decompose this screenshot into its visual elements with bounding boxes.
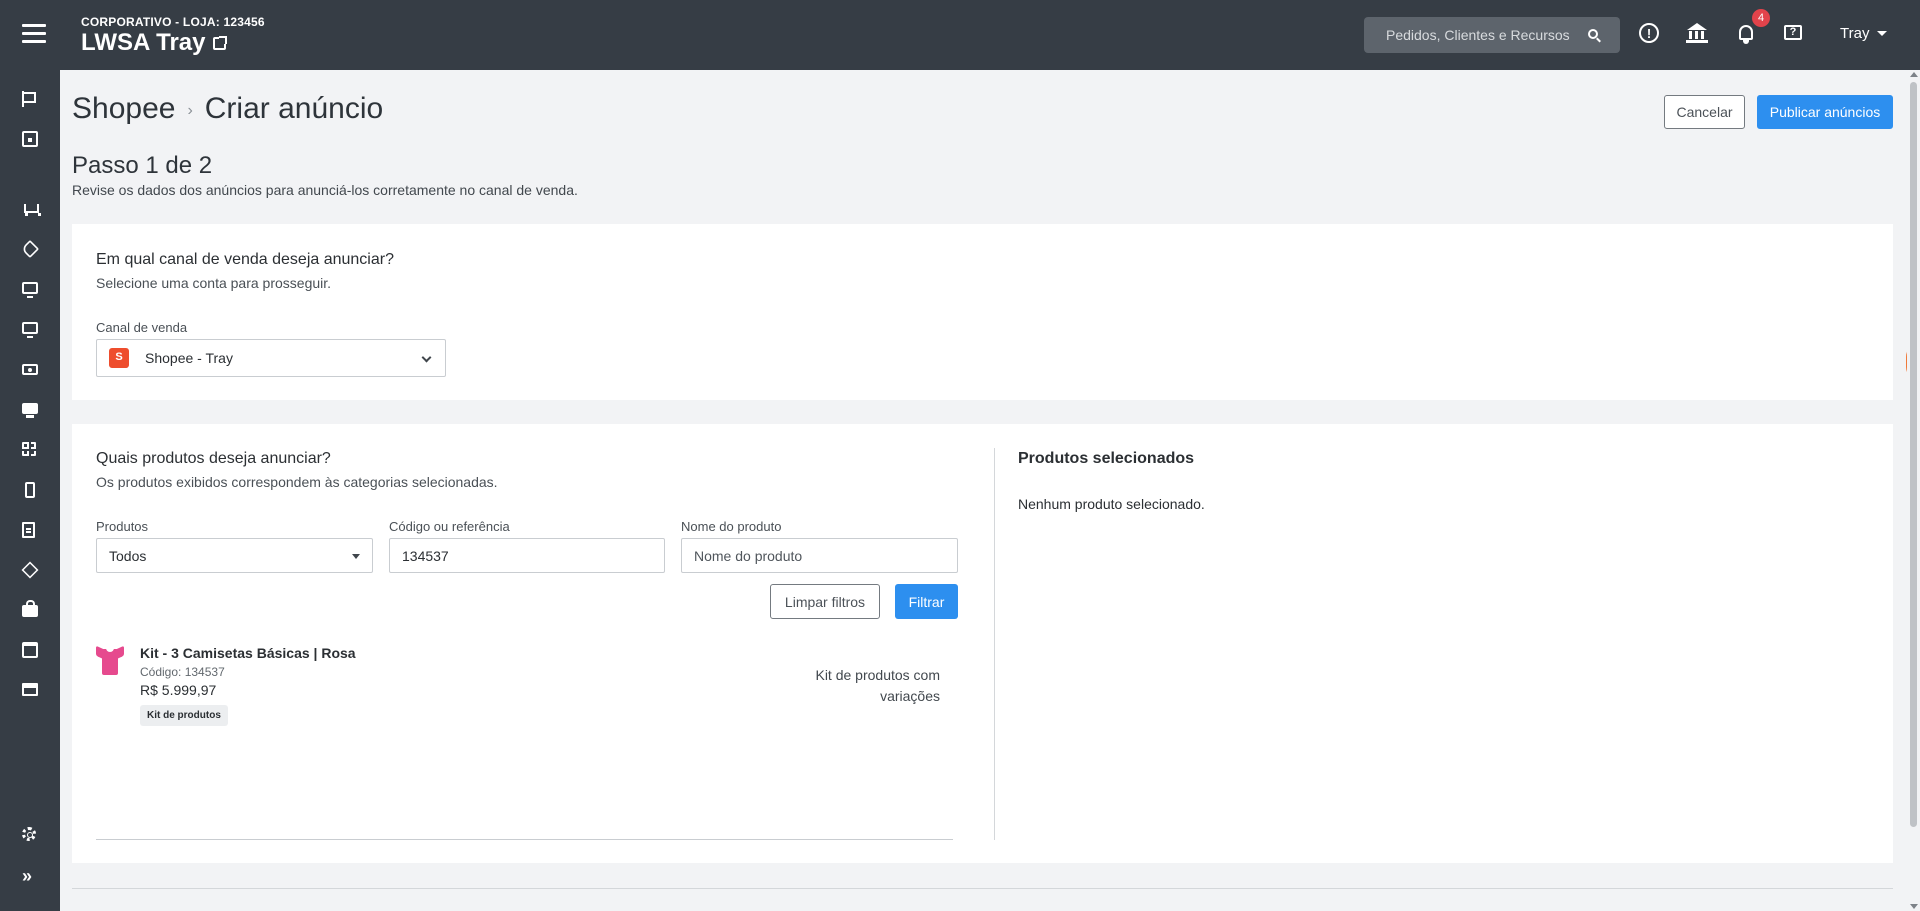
bottom-divider xyxy=(72,888,1893,889)
alert-icon[interactable]: ! xyxy=(1639,23,1659,43)
product-type-line2: variações xyxy=(880,688,940,704)
channel-card-title: Em qual canal de venda deseja anunciar? xyxy=(96,251,394,268)
tshirt-icon xyxy=(96,645,124,675)
bell-icon[interactable] xyxy=(1735,23,1757,45)
menu-icon[interactable] xyxy=(22,24,46,44)
shopee-logo-icon xyxy=(109,348,129,368)
monitor-icon[interactable] xyxy=(22,282,38,298)
step-title: Passo 1 de 2 xyxy=(72,152,213,179)
calendar-icon[interactable] xyxy=(22,642,38,658)
main-content: Shopee › Criar anúncio Cancelar Publicar… xyxy=(60,70,1900,911)
search-placeholder: Pedidos, Clientes e Recursos xyxy=(1386,27,1570,43)
scroll-up-icon[interactable] xyxy=(1910,72,1918,77)
scroll-down-icon[interactable] xyxy=(1910,904,1918,909)
products-filter-select[interactable]: Todos xyxy=(96,538,373,573)
dashboard-icon[interactable] xyxy=(22,131,38,147)
money-icon[interactable] xyxy=(22,364,38,375)
document-icon[interactable] xyxy=(22,522,35,538)
sidebar: » xyxy=(0,70,60,911)
scrollbar[interactable] xyxy=(1907,70,1920,911)
display-icon[interactable] xyxy=(22,322,38,338)
scroll-thumb[interactable] xyxy=(1910,82,1917,827)
user-menu[interactable]: Tray xyxy=(1840,25,1888,42)
clear-filters-button[interactable]: Limpar filtros xyxy=(770,584,880,619)
feedback-icon[interactable]: ? xyxy=(1783,23,1805,45)
name-filter-input[interactable] xyxy=(681,538,958,573)
product-code: Código: 134537 xyxy=(140,665,225,679)
breadcrumb-root[interactable]: Shopee xyxy=(72,92,175,126)
store-name: LWSA Tray xyxy=(81,29,206,56)
channel-card-subtitle: Selecione uma conta para prosseguir. xyxy=(96,275,332,291)
store-subtitle: CORPORATIVO - LOJA: 123456 xyxy=(81,15,265,29)
filter-button[interactable]: Filtrar xyxy=(895,584,958,619)
selected-channel: Shopee - Tray xyxy=(145,350,233,366)
code-filter-label: Código ou referência xyxy=(389,519,510,534)
product-type-line1: Kit de produtos com xyxy=(815,667,940,683)
product-badge: Kit de produtos xyxy=(140,705,228,726)
product-name[interactable]: Kit - 3 Camisetas Básicas | Rosa xyxy=(140,645,356,661)
chevron-down-icon xyxy=(421,352,432,363)
products-card: Quais produtos deseja anunciar? Os produ… xyxy=(72,424,1893,863)
name-filter-label: Nome do produto xyxy=(681,519,782,534)
expand-icon[interactable]: » xyxy=(22,867,38,885)
apps-icon[interactable] xyxy=(22,442,36,456)
code-filter-input[interactable] xyxy=(389,538,665,573)
caret-down-icon xyxy=(352,554,360,559)
cart-icon[interactable] xyxy=(22,201,41,217)
channel-field-label: Canal de venda xyxy=(96,320,188,335)
step-description: Revise os dados dos anúncios para anunci… xyxy=(72,182,578,198)
top-bar: CORPORATIVO - LOJA: 123456 LWSA Tray Ped… xyxy=(0,0,1920,70)
selected-products-title: Produtos selecionados xyxy=(1018,450,1195,467)
sales-channel-select[interactable]: Shopee - Tray xyxy=(96,339,446,377)
product-type: Kit de produtos com variações xyxy=(812,665,940,707)
pos-icon[interactable] xyxy=(22,403,38,418)
store-name-link[interactable]: LWSA Tray xyxy=(81,29,228,57)
sales-channel-card: Em qual canal de venda deseja anunciar? … xyxy=(72,224,1893,400)
publish-button[interactable]: Publicar anúncios xyxy=(1757,95,1893,129)
tag-icon[interactable] xyxy=(20,239,40,259)
external-link-icon[interactable] xyxy=(213,35,228,50)
gear-icon[interactable] xyxy=(22,827,36,841)
panel-divider xyxy=(994,448,995,840)
user-name: Tray xyxy=(1840,25,1870,42)
products-filter-value: Todos xyxy=(109,547,147,564)
store-icon[interactable] xyxy=(22,683,38,696)
caret-down-icon xyxy=(1877,31,1888,36)
search-input[interactable]: Pedidos, Clientes e Recursos xyxy=(1364,17,1620,53)
search-icon[interactable] xyxy=(1588,29,1598,39)
cancel-button[interactable]: Cancelar xyxy=(1664,95,1745,129)
flag-icon[interactable] xyxy=(22,91,38,107)
box-icon[interactable] xyxy=(21,561,39,579)
product-price: R$ 5.999,97 xyxy=(140,682,217,698)
products-filter-label: Produtos xyxy=(96,519,149,534)
list-divider xyxy=(96,839,953,840)
products-card-title: Quais produtos deseja anunciar? xyxy=(96,450,331,467)
mobile-icon[interactable] xyxy=(25,482,35,498)
bank-icon[interactable] xyxy=(1686,23,1708,45)
notification-badge: 4 xyxy=(1752,9,1770,27)
breadcrumb: Shopee › Criar anúncio xyxy=(72,92,383,126)
bag-icon[interactable] xyxy=(22,600,38,617)
products-card-subtitle: Os produtos exibidos correspondem às cat… xyxy=(96,474,498,490)
selected-products-empty: Nenhum produto selecionado. xyxy=(1018,496,1205,512)
breadcrumb-separator: › xyxy=(187,102,193,119)
page-title: Criar anúncio xyxy=(204,92,384,125)
